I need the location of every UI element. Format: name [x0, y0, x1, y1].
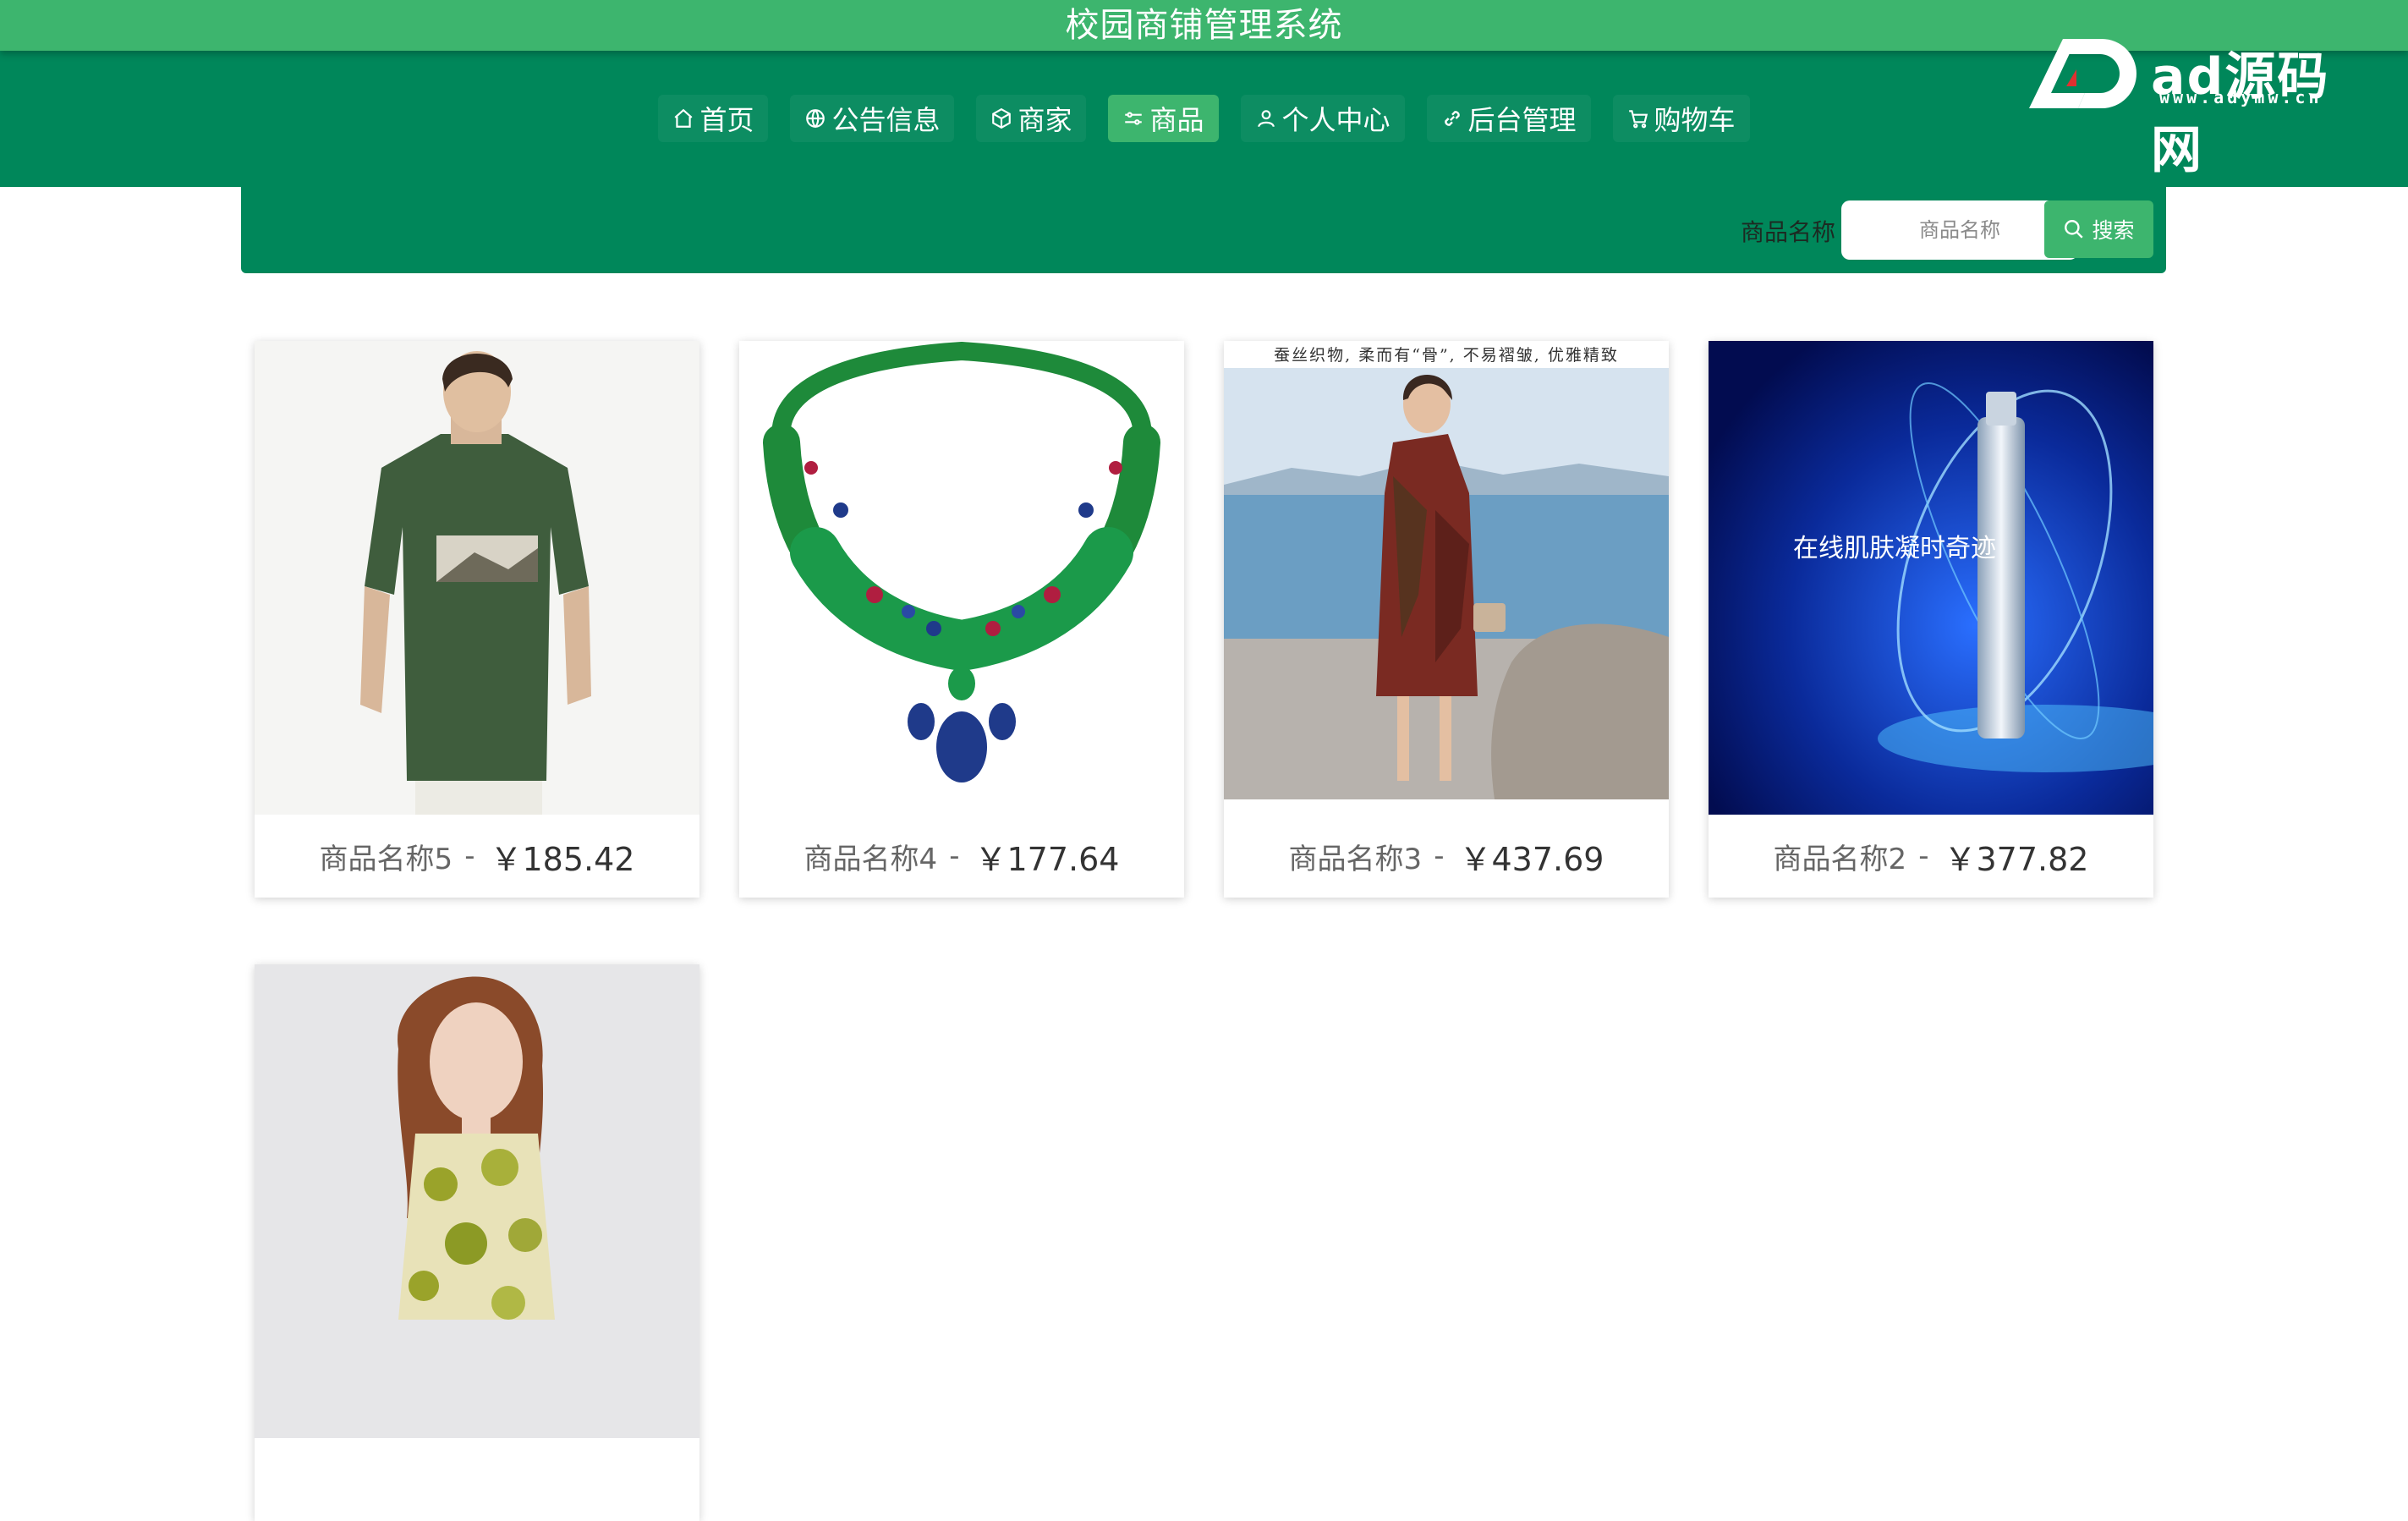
product-image	[255, 341, 699, 815]
search-panel: 商品名称 搜索	[241, 187, 2166, 273]
nav-label: 公告信息	[831, 104, 941, 136]
search-input[interactable]	[1841, 200, 2078, 260]
product-image: 在线肌肤凝时奇迹	[1709, 341, 2153, 815]
product-name: 商品名称3	[1288, 842, 1423, 876]
caption-separator: -	[949, 839, 960, 873]
product-card[interactable]: 蚕丝织物, 柔而有“骨”, 不易褶皱, 优雅精致 商品名称3 - ￥437.69	[1224, 341, 1669, 898]
product-caption: 商品名称5 - ￥185.42	[255, 815, 699, 898]
product-name: 商品名称4	[804, 842, 938, 876]
product-name: 商品名称2	[1773, 842, 1907, 876]
cart-icon	[1627, 107, 1649, 129]
product-card[interactable]: 商品名称5 - ￥185.42	[255, 341, 699, 898]
product-card[interactable]: 商品名称4 - ￥177.64	[739, 341, 1184, 898]
site-logo: ad源码网 www.adymw.cn	[2026, 34, 2381, 180]
logo-mark-icon	[2029, 39, 2136, 108]
nav-label: 商家	[1018, 104, 1072, 136]
product-image	[255, 964, 699, 1438]
product-name: 商品名称5	[319, 842, 453, 876]
home-icon	[672, 107, 694, 129]
nav-item-merchants[interactable]: 商家	[976, 95, 1087, 142]
product-caption	[255, 1438, 699, 1521]
product-image: 蚕丝织物, 柔而有“骨”, 不易褶皱, 优雅精致	[1224, 341, 1669, 815]
nav-item-home[interactable]: 首页	[658, 95, 769, 142]
logo-text: ad源码网	[2151, 47, 2330, 180]
nav-item-cart[interactable]: 购物车	[1612, 95, 1750, 142]
product-card[interactable]	[255, 964, 699, 1521]
product-price: ￥437.69	[1459, 840, 1604, 878]
nav-label: 首页	[699, 104, 754, 136]
nav-item-admin[interactable]: 后台管理	[1426, 95, 1591, 142]
product-caption: 商品名称2 - ￥377.82	[1709, 815, 2153, 898]
product-price: ￥185.42	[490, 840, 635, 878]
search-icon	[2065, 220, 2084, 239]
product-image	[739, 341, 1184, 815]
caption-separator: -	[1918, 839, 1929, 873]
sliders-icon	[1122, 107, 1144, 129]
image-overlay-text: 在线肌肤凝时奇迹	[1793, 534, 1996, 563]
product-caption: 商品名称4 - ￥177.64	[739, 815, 1184, 898]
nav-label: 后台管理	[1467, 104, 1577, 136]
search-label: 商品名称	[1741, 218, 1836, 246]
nav-item-products[interactable]: 商品	[1108, 95, 1219, 142]
nav-label: 商品	[1149, 104, 1204, 136]
image-overlay-text: 蚕丝织物, 柔而有“骨”, 不易褶皱, 优雅精致	[1274, 346, 1619, 365]
nav-label: 个人中心	[1281, 104, 1390, 136]
product-card[interactable]: 在线肌肤凝时奇迹 商品名称2 - ￥377.82	[1709, 341, 2153, 898]
user-icon	[1255, 107, 1277, 129]
nav-label: 购物车	[1654, 104, 1736, 136]
product-caption: 商品名称3 - ￥437.69	[1224, 815, 1669, 898]
logo-subtext: www.adymw.cn	[2159, 87, 2323, 107]
link-icon	[1441, 107, 1463, 129]
nav-item-profile[interactable]: 个人中心	[1240, 95, 1405, 142]
box-icon	[990, 107, 1012, 129]
globe-icon	[804, 107, 826, 129]
product-price: ￥377.82	[1944, 840, 2089, 878]
search-button-label: 搜索	[2092, 218, 2135, 243]
product-price: ￥177.64	[974, 840, 1120, 878]
caption-separator: -	[1434, 839, 1445, 873]
search-button[interactable]: 搜索	[2044, 200, 2153, 258]
nav-item-announcements[interactable]: 公告信息	[790, 95, 955, 142]
caption-separator: -	[464, 839, 475, 873]
